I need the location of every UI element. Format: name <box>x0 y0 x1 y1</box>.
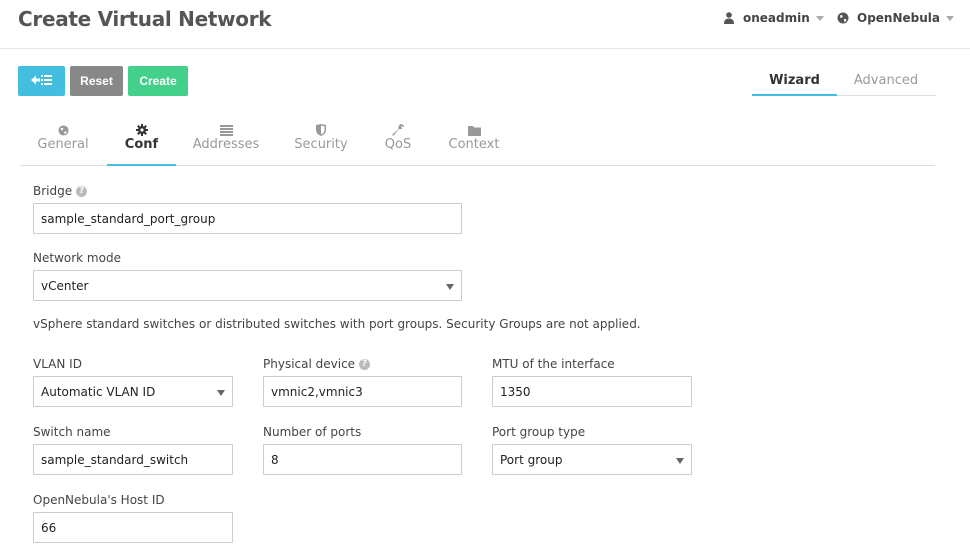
tab-label: Context <box>448 137 500 152</box>
create-button[interactable]: Create <box>128 66 188 96</box>
zone-menu[interactable]: OpenNebula <box>836 11 954 25</box>
globe-icon <box>57 123 69 137</box>
tab-label: Conf <box>124 137 159 152</box>
mtu-input[interactable]: 1350 <box>492 376 692 407</box>
tab-label: QoS <box>384 137 412 152</box>
page-title: Create Virtual Network <box>18 7 272 31</box>
chevron-down-icon <box>676 458 684 464</box>
globe-icon <box>836 11 850 25</box>
tab-addresses[interactable]: Addresses <box>188 118 264 166</box>
shield-icon <box>316 123 326 137</box>
bridge-input[interactable]: sample_standard_port_group <box>33 203 462 234</box>
network-mode-value: vCenter <box>41 278 89 293</box>
chevron-down-icon <box>815 15 824 21</box>
tab-advanced[interactable]: Advanced <box>844 73 928 88</box>
wrench-icon <box>392 123 404 137</box>
vlan-id-value: Automatic VLAN ID <box>41 384 156 399</box>
host-id-value: 66 <box>41 520 57 535</box>
physical-device-value: vmnic2,vmnic3 <box>271 384 363 399</box>
gear-icon <box>135 123 148 137</box>
physical-device-label: Physical device ? <box>263 357 371 371</box>
tab-context[interactable]: Context <box>442 118 506 166</box>
list-icon <box>219 123 233 137</box>
host-id-label: OpenNebula's Host ID <box>33 493 165 507</box>
tab-label: Security <box>294 137 348 152</box>
mode-tabs: Wizard Advanced <box>752 70 936 96</box>
num-ports-label: Number of ports <box>263 425 362 439</box>
num-ports-input[interactable]: 8 <box>263 444 462 475</box>
back-list-icon <box>30 74 53 89</box>
physical-device-input[interactable]: vmnic2,vmnic3 <box>263 376 462 407</box>
bridge-value: sample_standard_port_group <box>41 211 216 226</box>
switch-name-label: Switch name <box>33 425 111 439</box>
zone-name: OpenNebula <box>857 11 940 25</box>
tab-label: General <box>37 137 89 152</box>
bridge-label-text: Bridge <box>33 184 73 198</box>
network-mode-label: Network mode <box>33 251 121 265</box>
vlan-id-label: VLAN ID <box>33 357 82 371</box>
vlan-id-select[interactable]: Automatic VLAN ID <box>33 376 233 407</box>
help-icon[interactable]: ? <box>76 185 88 197</box>
user-icon <box>722 11 736 25</box>
mtu-value: 1350 <box>500 384 531 399</box>
switch-name-input[interactable]: sample_standard_switch <box>33 444 233 475</box>
port-group-type-label: Port group type <box>492 425 586 439</box>
tab-conf[interactable]: Conf <box>107 118 176 166</box>
help-icon[interactable]: ? <box>359 358 371 370</box>
mtu-label: MTU of the interface <box>492 357 615 371</box>
page-header: Create Virtual Network oneadmin OpenNebu… <box>0 0 970 49</box>
back-to-list-button[interactable] <box>18 66 65 96</box>
network-mode-info: vSphere standard switches or distributed… <box>33 317 641 331</box>
folder-icon <box>467 123 481 137</box>
num-ports-value: 8 <box>271 452 279 467</box>
section-tabs: General Conf Addresses Security QoS Cont… <box>20 118 935 166</box>
chevron-down-icon <box>946 15 954 21</box>
tab-security[interactable]: Security <box>288 118 354 166</box>
bridge-label: Bridge ? <box>33 184 88 198</box>
chevron-down-icon <box>217 390 225 396</box>
port-group-type-select[interactable]: Port group <box>492 444 692 475</box>
tab-wizard[interactable]: Wizard <box>752 73 837 96</box>
port-group-type-value: Port group <box>500 452 563 467</box>
chevron-down-icon <box>446 284 454 290</box>
tab-label: Addresses <box>192 137 260 152</box>
reset-button[interactable]: Reset <box>70 66 123 96</box>
user-menu[interactable]: oneadmin <box>722 11 824 25</box>
network-mode-select[interactable]: vCenter <box>33 270 462 301</box>
user-name: oneadmin <box>743 11 810 25</box>
tab-qos[interactable]: QoS <box>378 118 418 166</box>
physical-device-label-text: Physical device <box>263 357 356 371</box>
switch-name-value: sample_standard_switch <box>41 452 189 467</box>
host-id-input[interactable]: 66 <box>33 512 233 543</box>
tab-general[interactable]: General <box>26 118 100 166</box>
